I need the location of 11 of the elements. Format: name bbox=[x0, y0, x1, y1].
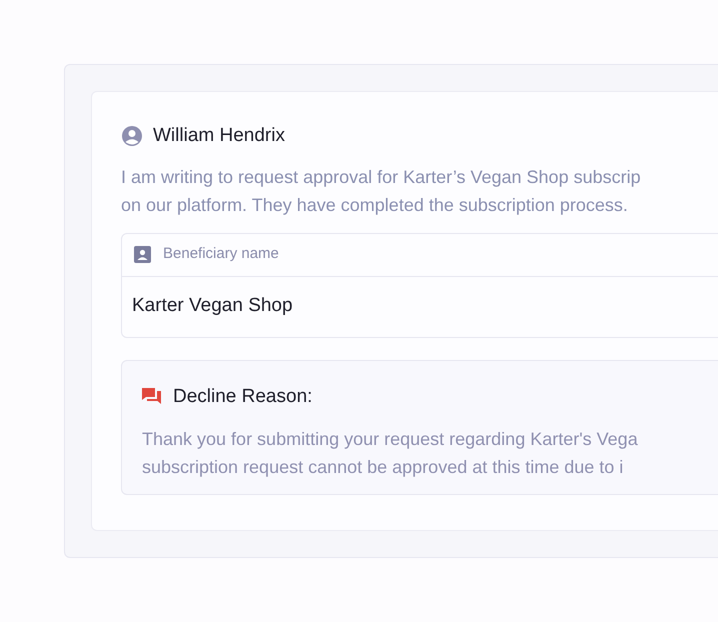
message-text-line: on our platform. They have completed the subscription process. bbox=[121, 194, 628, 217]
field-label: Beneficiary name bbox=[163, 244, 279, 264]
decline-title: Decline Reason: bbox=[173, 384, 312, 408]
author-name: William Hendrix bbox=[153, 124, 285, 148]
decline-text-line: subscription request cannot be approved at this time due to i bbox=[142, 456, 624, 479]
message-text-line: I am writing to request approval for Karter’s Vegan Shop subscrip bbox=[121, 166, 641, 189]
decline-text-line: Thank you for submitting your request regarding Karter's Vega bbox=[142, 428, 638, 451]
chat-bubbles-icon bbox=[142, 388, 161, 406]
contact-card-icon bbox=[134, 246, 151, 263]
field-value: Karter Vegan Shop bbox=[132, 294, 293, 318]
user-avatar-icon bbox=[121, 125, 143, 148]
